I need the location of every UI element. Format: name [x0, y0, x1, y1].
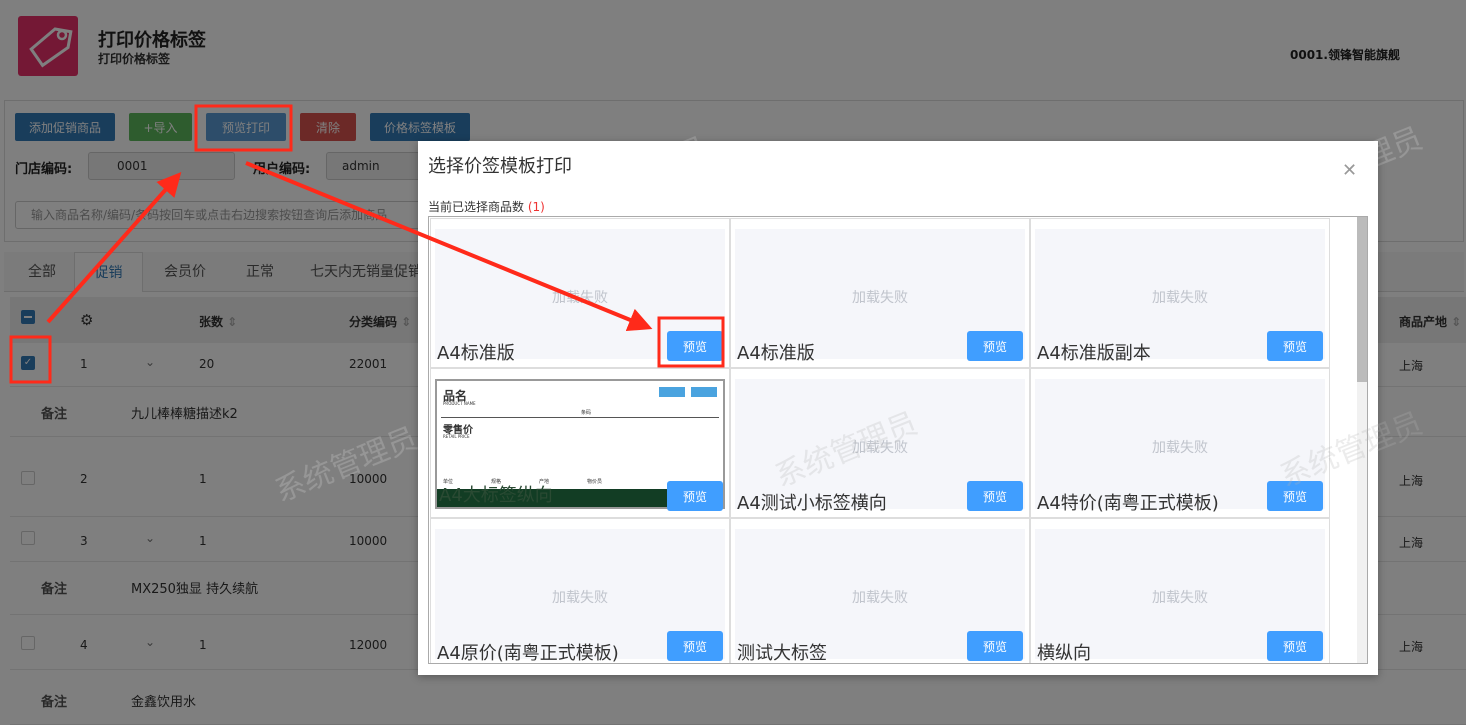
arrow: [46, 172, 182, 324]
highlight-box: [194, 104, 293, 152]
arrow: [245, 161, 653, 332]
highlight-box: [9, 335, 52, 384]
annotation-layer: [9, 104, 725, 384]
highlight-box: [657, 316, 725, 368]
